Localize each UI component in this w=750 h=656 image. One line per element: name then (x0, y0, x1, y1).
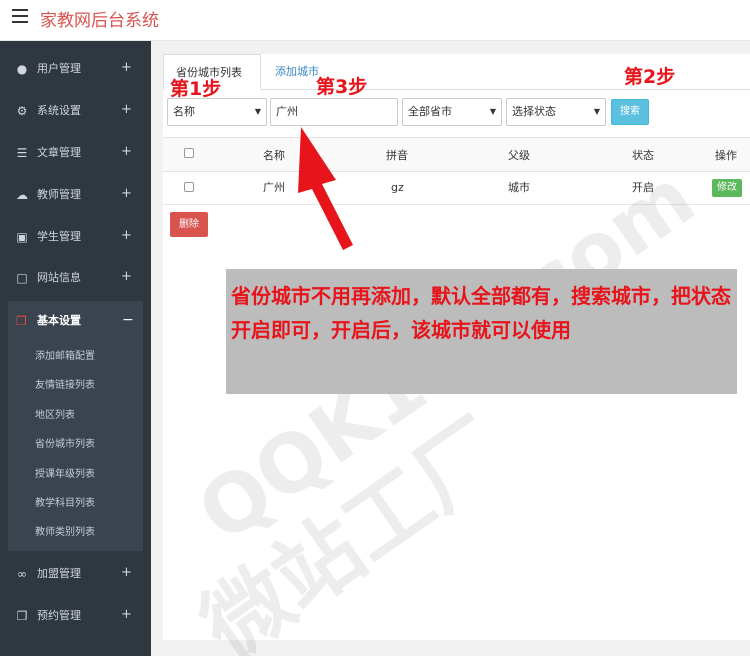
top-bar: 家教网后台系统 (0, 0, 750, 41)
column-header: 操作 (715, 149, 737, 162)
row-checkbox[interactable] (184, 182, 194, 192)
sidebar-item-booking[interactable]: ❐ 预约管理 + (0, 596, 151, 636)
step-1-label: 第1步 (170, 78, 222, 100)
sidebar-item-basic-settings[interactable]: ❐ 基本设置 − (8, 301, 143, 341)
sidebar: ● 用户管理 + ⚙ 系统设置 + ☰ 文章管理 + ☁ 教师管理 + ▣ 学生… (0, 41, 151, 656)
submenu-item[interactable]: 教学科目列表 (35, 498, 95, 510)
cell-parent: 城市 (508, 181, 530, 194)
select-all-checkbox[interactable] (184, 148, 194, 158)
table-header: 名称 拼音 父级 状态 操作 (163, 137, 750, 172)
instruction-note: 省份城市不用再添加，默认全部都有，搜索城市，把状态开启即可，开启后，该城市就可以… (226, 269, 737, 394)
sidebar-item-users[interactable]: ● 用户管理 + (0, 49, 151, 89)
submenu-item[interactable]: 添加邮箱配置 (35, 351, 95, 363)
submenu-item[interactable]: 省份城市列表 (35, 439, 95, 451)
province-select[interactable]: 全部省市 ▼ (402, 98, 502, 126)
column-header: 名称 (263, 149, 285, 162)
search-input[interactable]: 广州 (270, 98, 398, 126)
step-3-label: 第3步 (316, 76, 368, 98)
cell-status: 开启 (632, 181, 654, 194)
delete-button[interactable]: 删除 (170, 212, 208, 237)
table-row: 广州 gz 城市 开启 (163, 172, 750, 205)
submenu-item[interactable]: 地区列表 (35, 410, 75, 422)
save-icon: ▣ (16, 230, 28, 244)
edit-button[interactable]: 修改 (712, 179, 742, 197)
sidebar-item-students[interactable]: ▣ 学生管理 + (0, 217, 151, 257)
sidebar-group-basic-settings: ❐ 基本设置 − 添加邮箱配置 友情链接列表 地区列表 省份城市列表 授课年级列… (8, 301, 143, 551)
gears-icon: ⚙ (16, 104, 28, 118)
sidebar-item-system[interactable]: ⚙ 系统设置 + (0, 91, 151, 131)
step-2-label: 第2步 (624, 66, 676, 88)
file-icon: □ (16, 271, 28, 285)
cell-name: 广州 (263, 181, 285, 194)
copy-icon: ❐ (16, 314, 27, 328)
users-icon: ● (16, 62, 28, 76)
caret-down-icon: ▼ (593, 107, 600, 116)
menu-icon[interactable] (12, 9, 28, 25)
submenu-item[interactable]: 教师类别列表 (35, 527, 95, 539)
app-title: 家教网后台系统 (40, 11, 159, 31)
cloud-icon: ☁ (16, 188, 28, 202)
column-header: 父级 (508, 149, 530, 162)
submenu-item[interactable]: 友情链接列表 (35, 380, 95, 392)
status-select[interactable]: 选择状态 ▼ (506, 98, 606, 126)
cell-pinyin: gz (391, 181, 404, 194)
caret-down-icon: ▼ (489, 107, 496, 116)
sidebar-item-franchise[interactable]: ∞ 加盟管理 + (0, 554, 151, 594)
column-header: 拼音 (386, 149, 408, 162)
sidebar-item-teachers[interactable]: ☁ 教师管理 + (0, 175, 151, 215)
sidebar-item-site-info[interactable]: □ 网站信息 + (0, 258, 151, 298)
search-button[interactable]: 搜索 (611, 99, 649, 125)
column-header: 状态 (632, 149, 654, 162)
list-icon: ☰ (16, 146, 28, 160)
caret-down-icon: ▼ (254, 107, 261, 116)
sidebar-item-articles[interactable]: ☰ 文章管理 + (0, 133, 151, 173)
copy-icon: ❐ (16, 609, 28, 623)
field-select[interactable]: 名称 ▼ (167, 98, 267, 126)
chain-icon: ∞ (17, 567, 27, 581)
submenu-item[interactable]: 授课年级列表 (35, 469, 95, 481)
